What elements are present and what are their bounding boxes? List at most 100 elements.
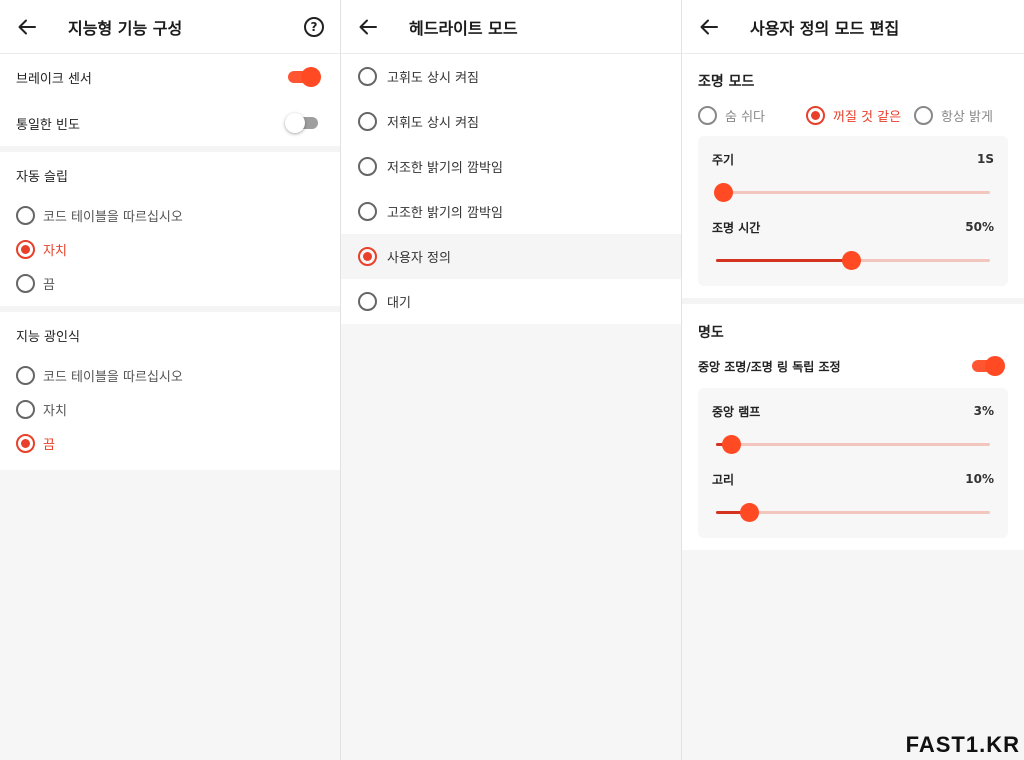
mode-option[interactable]: 저휘도 상시 켜짐 [341, 99, 681, 144]
auto-sleep-option[interactable]: 자치 [0, 232, 340, 266]
radio-button[interactable] [358, 202, 377, 221]
page-title: 사용자 정의 모드 편집 [750, 18, 900, 38]
light-mode-options: 숨 쉬다 꺼질 것 같은 항상 밝게 [682, 100, 1024, 130]
option-label: 끔 [43, 277, 55, 293]
light-mode-option-selected[interactable]: 꺼질 것 같은 [806, 105, 914, 125]
light-mode-option[interactable]: 숨 쉬다 [698, 105, 806, 125]
slider-track [716, 443, 990, 446]
period-label: 주기 [712, 152, 735, 167]
mode-option[interactable]: 대기 [341, 279, 681, 324]
radio-button[interactable] [358, 112, 377, 131]
auto-sleep-option[interactable]: 끔 [0, 266, 340, 300]
help-icon[interactable]: ? [304, 17, 324, 37]
top-bar: 헤드라이트 모드 [341, 0, 681, 54]
light-time-value: 50% [965, 220, 994, 234]
brightness-title: 명도 [698, 325, 724, 341]
toggle-knob [285, 113, 305, 133]
top-bar: 지능형 기능 구성 ? [0, 0, 340, 54]
radio-button-selected[interactable] [16, 433, 35, 453]
same-frequency-row: 통일한 빈도 [0, 100, 340, 146]
toggle-knob [301, 67, 321, 87]
top-bar: 사용자 정의 모드 편집 [682, 0, 1024, 54]
mode-list: 고휘도 상시 켜짐 저휘도 상시 켜짐 저조한 밝기의 깜박임 고조한 밝기의 … [341, 54, 681, 324]
back-arrow-icon[interactable] [698, 16, 720, 38]
mode-label: 저조한 밝기의 깜박임 [387, 161, 503, 176]
period-value: 1S [977, 152, 994, 166]
page-title: 지능형 기능 구성 [68, 18, 183, 38]
option-label: 꺼질 것 같은 [833, 109, 902, 125]
option-label: 자치 [43, 243, 67, 259]
radio-button[interactable] [358, 157, 377, 176]
radio-button[interactable] [358, 292, 377, 311]
radio-button[interactable] [16, 273, 35, 293]
sensor-card: 브레이크 센서 통일한 빈도 [0, 54, 340, 146]
auto-sleep-title: 자동 슬립 [16, 169, 68, 185]
watermark: FAST1.KR [905, 732, 1020, 757]
period-slider[interactable] [714, 176, 990, 210]
brake-sensor-toggle[interactable] [288, 67, 321, 87]
option-label: 숨 쉬다 [725, 109, 766, 125]
light-time-header: 조명 시간 50% [712, 210, 994, 244]
smart-light-option[interactable]: 자치 [0, 392, 340, 426]
same-frequency-toggle[interactable] [285, 113, 318, 133]
brake-sensor-row: 브레이크 센서 [0, 54, 340, 100]
radio-button-selected[interactable] [806, 105, 825, 125]
ring-slider[interactable] [716, 496, 990, 530]
timing-settings: 주기 1S 조명 시간 50% [698, 136, 1008, 286]
mode-label: 사용자 정의 [387, 251, 451, 266]
mode-option[interactable]: 고조한 밝기의 깜박임 [341, 189, 681, 234]
radio-button-selected[interactable] [16, 239, 35, 259]
light-time-slider[interactable] [716, 244, 990, 278]
center-lamp-value: 3% [973, 404, 994, 418]
toggle-knob [985, 356, 1005, 376]
mode-option-selected[interactable]: 사용자 정의 [341, 234, 681, 279]
radio-button[interactable] [16, 365, 35, 385]
mode-option[interactable]: 고휘도 상시 켜짐 [341, 54, 681, 99]
radio-button[interactable] [914, 105, 933, 125]
option-label: 끔 [43, 437, 55, 453]
slider-track [716, 191, 990, 194]
radio-button[interactable] [698, 105, 717, 125]
ring-header: 고리 10% [712, 462, 994, 496]
smart-config-panel: 지능형 기능 구성 ? 브레이크 센서 통일한 빈도 자동 슬립 코드 테이블을… [0, 0, 341, 760]
slider-thumb[interactable] [841, 251, 861, 270]
back-arrow-icon[interactable] [16, 16, 38, 38]
light-mode-option[interactable]: 항상 밝게 [914, 105, 993, 125]
independent-adjust-toggle[interactable] [972, 356, 1005, 376]
smart-light-title: 지능 광인식 [16, 329, 80, 345]
independent-adjust-label: 중앙 조명/조명 링 독립 조정 [698, 359, 841, 374]
light-time-label: 조명 시간 [712, 220, 761, 235]
center-lamp-header: 중앙 램프 3% [712, 394, 994, 428]
light-mode-title: 조명 모드 [698, 74, 755, 90]
light-mode-card: 조명 모드 숨 쉬다 꺼질 것 같은 항상 밝게 주기 1S 조명 시간 50% [682, 54, 1024, 298]
mode-label: 대기 [387, 296, 411, 311]
brightness-card: 명도 중앙 조명/조명 링 독립 조정 중앙 램프 3% 고리 10% [682, 304, 1024, 550]
smart-light-card: 지능 광인식 코드 테이블을 따르십시오 자치 끔 [0, 312, 340, 470]
radio-button[interactable] [16, 205, 35, 225]
mode-option[interactable]: 저조한 밝기의 깜박임 [341, 144, 681, 189]
radio-button[interactable] [16, 399, 35, 419]
smart-light-option[interactable]: 코드 테이블을 따르십시오 [0, 358, 340, 392]
mode-label: 저휘도 상시 켜짐 [387, 116, 479, 131]
option-label: 코드 테이블을 따르십시오 [43, 369, 183, 385]
auto-sleep-option[interactable]: 코드 테이블을 따르십시오 [0, 198, 340, 232]
smart-light-option[interactable]: 끔 [0, 426, 340, 460]
period-header: 주기 1S [712, 142, 994, 176]
radio-button-selected[interactable] [358, 247, 377, 266]
custom-mode-edit-panel: 사용자 정의 모드 편집 조명 모드 숨 쉬다 꺼질 것 같은 항상 밝게 주기… [682, 0, 1024, 760]
option-label: 코드 테이블을 따르십시오 [43, 209, 183, 225]
mode-label: 고조한 밝기의 깜박임 [387, 206, 503, 221]
slider-thumb[interactable] [739, 503, 759, 522]
slider-thumb[interactable] [721, 435, 741, 454]
page-title: 헤드라이트 모드 [409, 18, 518, 38]
brake-sensor-label: 브레이크 센서 [16, 71, 92, 87]
option-label: 자치 [43, 403, 67, 419]
center-lamp-slider[interactable] [716, 428, 990, 462]
slider-fill [716, 259, 853, 262]
radio-button[interactable] [358, 67, 377, 86]
brightness-settings: 중앙 램프 3% 고리 10% [698, 388, 1008, 538]
slider-thumb[interactable] [714, 183, 733, 202]
back-arrow-icon[interactable] [357, 16, 379, 38]
independent-adjust-row: 중앙 조명/조명 링 독립 조정 [682, 350, 1024, 382]
ring-label: 고리 [712, 472, 735, 487]
